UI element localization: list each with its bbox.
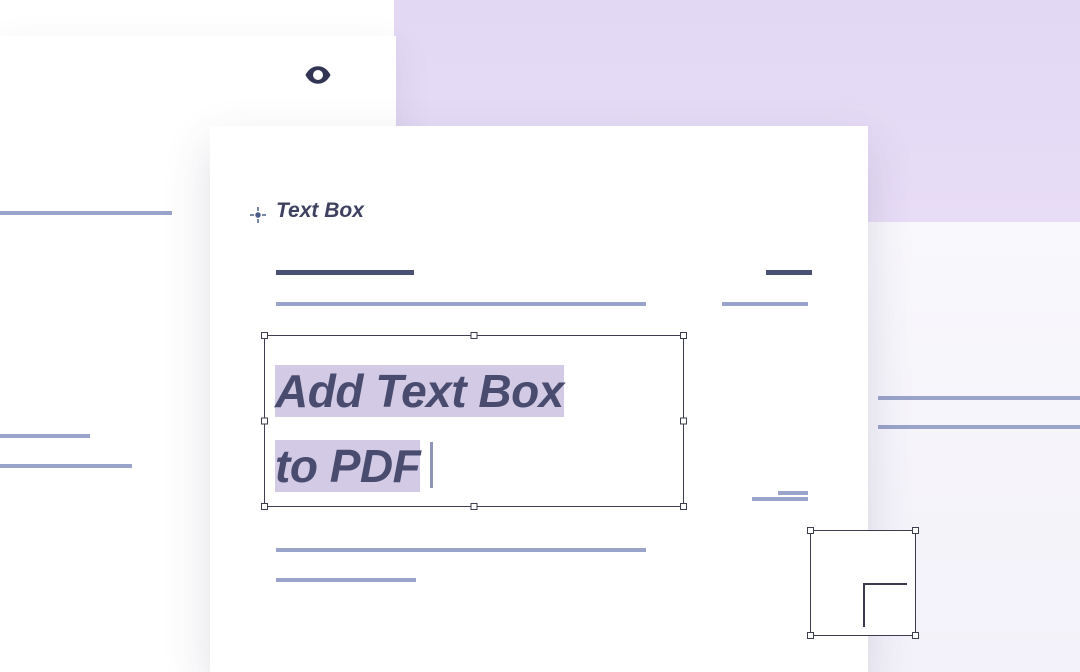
bg-line: [0, 211, 172, 215]
resize-handle-tl[interactable]: [261, 332, 268, 339]
resize-handle-bm[interactable]: [471, 503, 478, 510]
textbox-tool-icon: [250, 207, 266, 223]
bg-line: [878, 425, 1080, 429]
content-line: [778, 491, 808, 495]
add-textbox-button[interactable]: [810, 530, 916, 636]
content-line-bold: [766, 270, 812, 275]
content-line-bold: [276, 270, 414, 275]
resize-handle[interactable]: [807, 527, 814, 534]
textbox-content[interactable]: Add Text Box to PDF: [265, 336, 683, 503]
resize-handle-mr[interactable]: [680, 418, 687, 425]
selected-text-line2: to PDF: [275, 440, 420, 492]
text-caret: [430, 442, 433, 488]
textbox-selection[interactable]: Add Text Box to PDF: [264, 335, 684, 507]
bg-line: [878, 396, 1080, 400]
selected-text-line1: Add Text Box: [275, 365, 564, 417]
eye-icon: [303, 60, 333, 95]
resize-handle-tr[interactable]: [680, 332, 687, 339]
content-line: [276, 578, 416, 582]
bg-line: [0, 464, 132, 468]
content-line: [752, 497, 808, 501]
content-line: [276, 302, 646, 306]
content-line: [722, 302, 808, 306]
resize-handle[interactable]: [912, 527, 919, 534]
resize-handle[interactable]: [807, 632, 814, 639]
resize-handle[interactable]: [912, 632, 919, 639]
bg-line: [0, 434, 90, 438]
resize-handle-br[interactable]: [680, 503, 687, 510]
resize-handle-tm[interactable]: [471, 332, 478, 339]
resize-handle-bl[interactable]: [261, 503, 268, 510]
textbox-tool-label: Text Box: [276, 199, 364, 223]
content-line: [276, 548, 646, 552]
resize-handle-ml[interactable]: [261, 418, 268, 425]
